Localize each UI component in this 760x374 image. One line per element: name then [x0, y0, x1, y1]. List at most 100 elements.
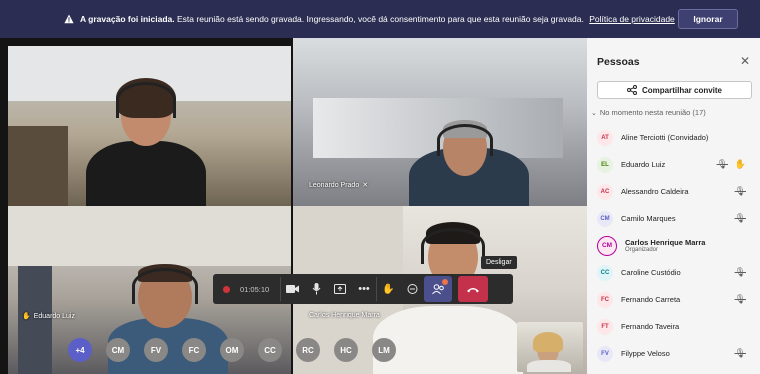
participant-row[interactable]: CC Caroline Custódio 🎙︎	[587, 259, 760, 286]
person-hair	[533, 332, 563, 352]
background-shelf	[8, 126, 68, 206]
avatar-strip: +4 CM FV FC OM CC RC HC LM	[68, 338, 396, 362]
headset-icon	[437, 124, 493, 156]
share-screen-button[interactable]	[328, 277, 352, 301]
avatar[interactable]: CC	[258, 338, 282, 362]
camera-icon	[286, 285, 299, 293]
video-grid: Leonardo Prado ✕ ✋ Eduardo Luiz Carlos H	[0, 38, 587, 374]
video-tile-2[interactable]: Leonardo Prado ✕	[293, 38, 587, 206]
participant-row[interactable]: CM Carlos Henrique Marra Organizador	[587, 232, 760, 259]
participant-row[interactable]: AC Alessandro Caldeira 🎙︎	[587, 178, 760, 205]
avatar[interactable]: RC	[296, 338, 320, 362]
self-view-thumbnail[interactable]	[517, 322, 583, 372]
people-button[interactable]	[424, 276, 452, 302]
share-icon	[626, 85, 637, 95]
headset-icon	[116, 82, 176, 118]
mic-muted-icon: 🎙︎	[734, 348, 746, 358]
mic-muted-icon: 🎙︎	[734, 294, 746, 304]
avatar[interactable]: LM	[372, 338, 396, 362]
avatar: EL	[597, 156, 613, 173]
participant-name: Fernando Carreta	[621, 295, 681, 304]
tile-name: Leonardo Prado	[309, 181, 360, 189]
notification-dot-icon	[442, 279, 448, 285]
hand-icon: ✋	[382, 283, 395, 295]
avatar: AC	[597, 183, 613, 200]
share-invite-button[interactable]: Compartilhar convite	[597, 81, 752, 99]
meeting-window: A gravação foi iniciada. Esta reunião es…	[0, 0, 760, 374]
raised-hand-icon: ✋	[734, 159, 746, 169]
camera-button[interactable]	[280, 277, 304, 301]
chat-icon	[407, 283, 417, 294]
person-body	[86, 141, 206, 206]
participant-name: Alessandro Caldeira	[621, 187, 689, 196]
participant-row[interactable]: EL Eduardo Luiz 🎙︎ ✋	[587, 151, 760, 178]
participant-row[interactable]: FT Fernando Taveira	[587, 313, 760, 340]
background-ceiling	[8, 206, 291, 266]
close-icon[interactable]: ✕	[740, 54, 750, 68]
call-timer: 01:05:10	[240, 284, 270, 294]
mic-muted-icon: ✕	[362, 182, 369, 189]
people-icon	[431, 283, 444, 294]
banner-text: Esta reunião está sendo gravada. Ingress…	[177, 14, 584, 24]
avatar[interactable]: FV	[144, 338, 168, 362]
participant-name: Eduardo Luiz	[621, 160, 666, 169]
tile-name-label: ✋ Eduardo Luiz	[22, 312, 75, 321]
headset-icon	[421, 228, 485, 264]
avatar: FV	[597, 345, 613, 362]
participant-row[interactable]: CM Camilo Marques 🎙︎	[587, 205, 760, 232]
avatar[interactable]: +4	[68, 338, 92, 362]
avatar: FT	[597, 318, 613, 335]
avatar: CC	[597, 264, 613, 281]
avatar: CM	[597, 210, 613, 227]
video-tile-1[interactable]	[8, 46, 291, 206]
share-invite-label: Compartilhar convite	[641, 85, 722, 95]
participant-role: Organizador	[625, 247, 659, 253]
warning-icon	[64, 14, 74, 24]
background-person	[18, 266, 52, 374]
avatar[interactable]: OM	[220, 338, 244, 362]
section-label: No momento nesta reunião (17)	[599, 108, 706, 117]
mic-muted-icon: 🎙︎	[734, 267, 746, 277]
avatar[interactable]: FC	[182, 338, 206, 362]
banner-bold: A gravação foi iniciada.	[80, 14, 175, 24]
participant-name: Filyppe Veloso	[621, 349, 670, 358]
avatar: AT	[597, 129, 613, 146]
participant-list: AT Aline Terciotti (Convidado) EL Eduardo L…	[587, 124, 760, 367]
mic-muted-icon: 🎙︎	[734, 186, 746, 196]
avatar: CM	[597, 235, 617, 256]
tile-name-label: Leonardo Prado ✕	[309, 181, 369, 190]
headset-icon	[132, 268, 198, 304]
hang-up-button[interactable]	[458, 276, 488, 302]
raise-hand-button[interactable]: ✋	[376, 277, 400, 301]
participant-row[interactable]: FV Filyppe Veloso 🎙︎	[587, 340, 760, 367]
person-body	[527, 360, 571, 372]
participant-name-text: Carlos Henrique Marra	[625, 238, 706, 247]
participant-row[interactable]: FC Fernando Carreta 🎙︎	[587, 286, 760, 313]
avatar[interactable]: CM	[106, 338, 130, 362]
phone-hangup-icon	[467, 287, 479, 292]
chat-button[interactable]	[400, 277, 424, 301]
more-options-button[interactable]: •••	[352, 277, 376, 301]
recording-indicator-icon	[223, 285, 230, 293]
people-panel: Pessoas ✕ Compartilhar convite ⌄ No mome…	[587, 38, 760, 374]
privacy-link[interactable]: Política de privacidade	[589, 14, 675, 24]
microphone-button[interactable]	[304, 277, 328, 301]
microphone-icon	[312, 283, 320, 295]
participant-row[interactable]: AT Aline Terciotti (Convidado)	[587, 124, 760, 151]
avatar: FC	[597, 291, 613, 308]
participant-name: Camilo Marques	[621, 214, 676, 223]
tile-name: Eduardo Luiz	[33, 312, 75, 320]
hang-up-tooltip: Desligar	[481, 256, 517, 269]
participant-name: Carlos Henrique Marra Organizador	[625, 238, 705, 253]
panel-title: Pessoas	[597, 56, 640, 68]
call-controls: 01:05:10 ••• ✋	[213, 274, 513, 304]
participant-name: Fernando Taveira	[621, 322, 680, 331]
avatar[interactable]: HC	[334, 338, 358, 362]
ignore-button[interactable]: Ignorar	[678, 9, 738, 29]
tile-name-label: Carlos Henrique Marra	[309, 312, 380, 319]
banner-message: A gravação foi iniciada. Esta reunião es…	[80, 14, 675, 24]
section-header[interactable]: ⌄ No momento nesta reunião (17)	[591, 108, 706, 117]
more-icon: •••	[358, 283, 370, 295]
mic-muted-icon: 🎙︎	[734, 213, 746, 223]
recording-banner: A gravação foi iniciada. Esta reunião es…	[0, 0, 760, 38]
